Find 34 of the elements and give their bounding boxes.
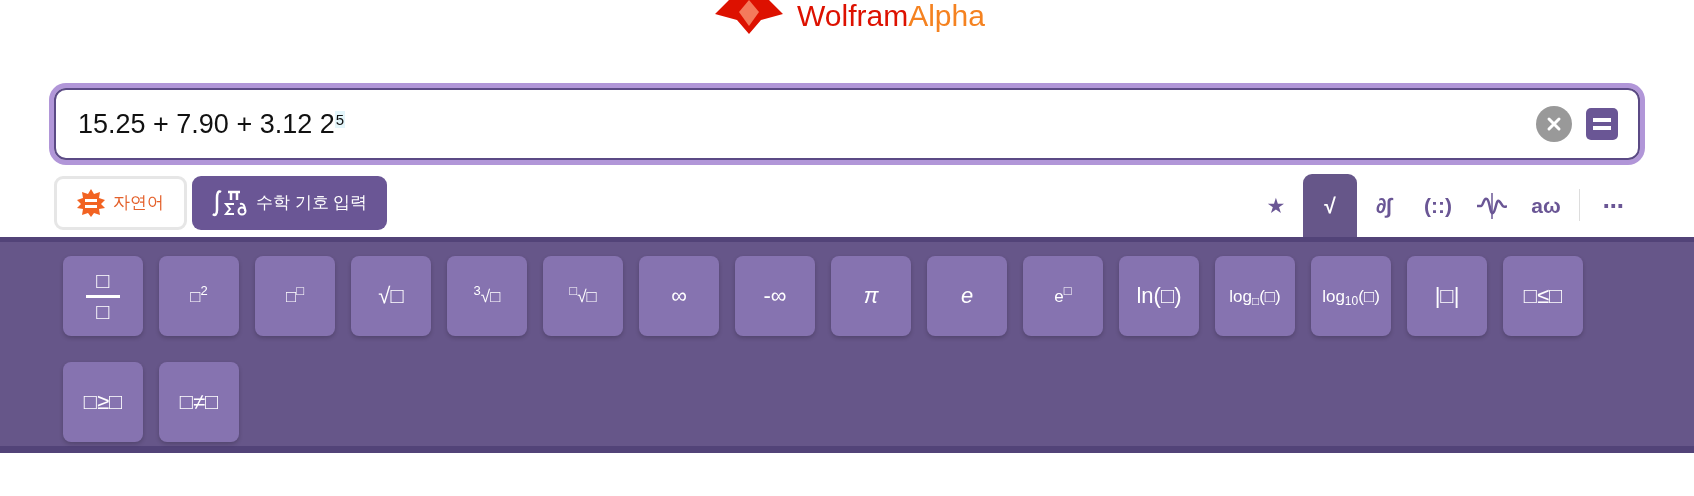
input-mode-button[interactable]: 수학 기호 입력 bbox=[192, 176, 388, 230]
symbol-key[interactable]: □≥□ bbox=[63, 362, 143, 442]
compute-button[interactable] bbox=[1586, 108, 1618, 140]
symbol-key[interactable]: log$_{10}$(□) bbox=[1311, 256, 1391, 336]
keyboard-tab[interactable]: ★ bbox=[1249, 174, 1303, 237]
symbol-key[interactable]: |□| bbox=[1407, 256, 1487, 336]
keyboard-tab[interactable]: √ bbox=[1303, 174, 1357, 237]
math-symbols-icon bbox=[212, 188, 248, 218]
keyboard-tab[interactable]: (::) bbox=[1411, 174, 1465, 237]
symbol-key[interactable]: $^{3}$√□ bbox=[447, 256, 527, 336]
equals-icon bbox=[1593, 117, 1611, 131]
symbol-key[interactable]: $^{□}$√□ bbox=[543, 256, 623, 336]
symbol-key[interactable]: e$^{□}$ bbox=[1023, 256, 1103, 336]
symbol-key[interactable]: -∞ bbox=[735, 256, 815, 336]
symbol-key[interactable]: e bbox=[927, 256, 1007, 336]
clear-button[interactable] bbox=[1536, 106, 1572, 142]
symbol-key[interactable]: □≠□ bbox=[159, 362, 239, 442]
logo-text: WolframAlpha bbox=[797, 0, 985, 34]
symbol-key[interactable]: □$^{2}$ bbox=[159, 256, 239, 336]
input-mode-button[interactable]: 자연어 bbox=[54, 176, 187, 230]
symbol-key[interactable]: □≤□ bbox=[1503, 256, 1583, 336]
symbol-key[interactable]: □ □ bbox=[63, 256, 143, 336]
keyboard-tab[interactable]: ∂∫ bbox=[1357, 174, 1411, 237]
symbol-key[interactable]: ln(□) bbox=[1119, 256, 1199, 336]
close-icon bbox=[1546, 116, 1562, 132]
keyboard-tab[interactable]: ⋯ bbox=[1586, 174, 1640, 237]
keyboard-tab[interactable]: aω bbox=[1519, 174, 1573, 237]
symbol-key[interactable]: log$_{□}$(□) bbox=[1215, 256, 1295, 336]
symbol-key[interactable]: π bbox=[831, 256, 911, 336]
symbol-key[interactable]: √□ bbox=[351, 256, 431, 336]
starburst-icon bbox=[77, 189, 105, 217]
symbol-key[interactable]: ∞ bbox=[639, 256, 719, 336]
symbol-key[interactable]: □$^{□}$ bbox=[255, 256, 335, 336]
wave-icon bbox=[1477, 190, 1507, 221]
